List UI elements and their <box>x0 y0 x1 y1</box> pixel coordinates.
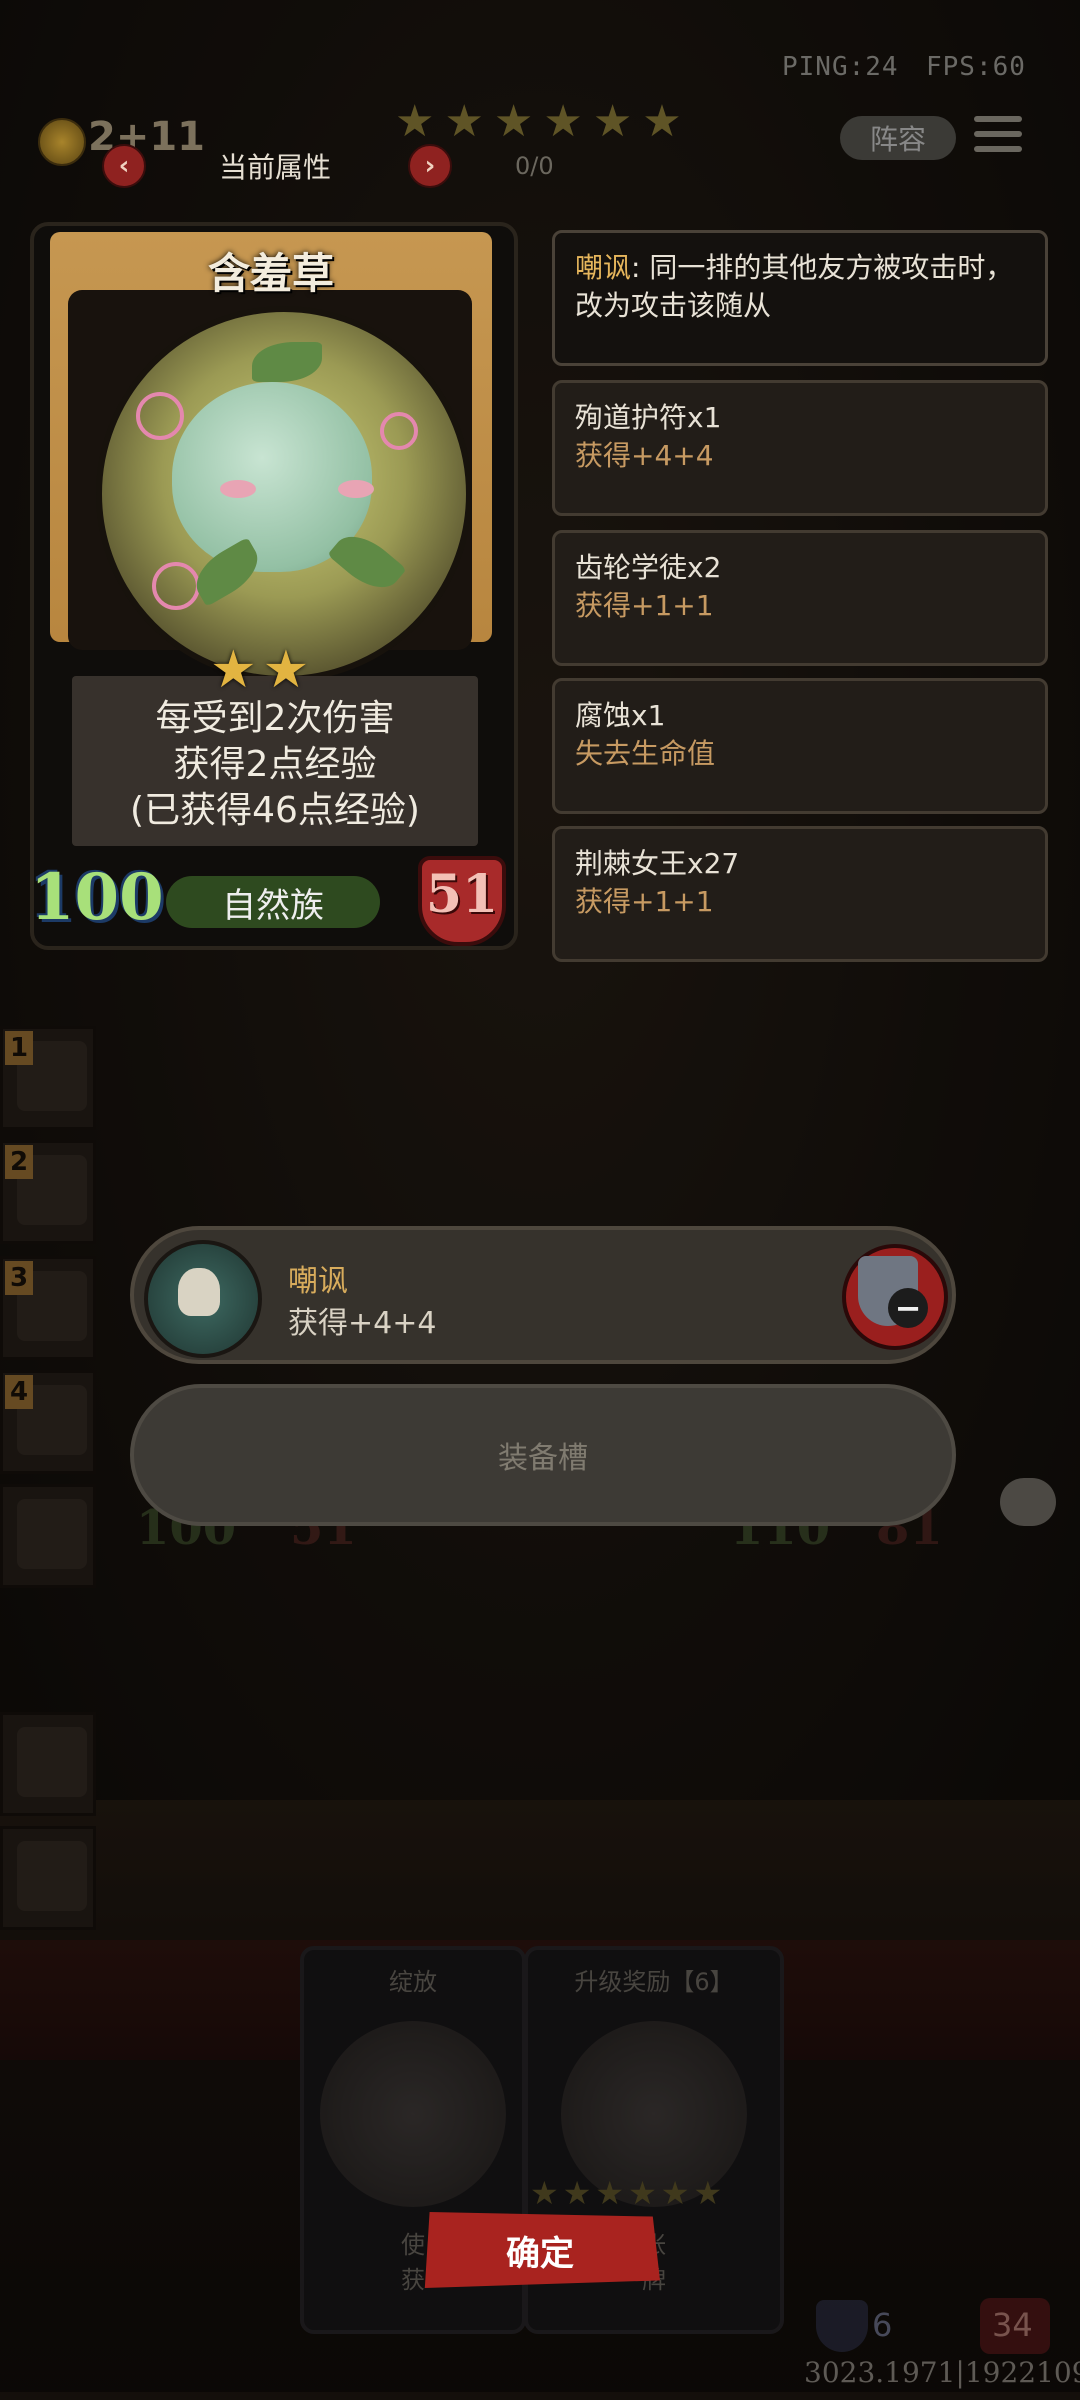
effect-panel: 荆棘女王x27 获得+1+1 <box>552 826 1048 962</box>
card-description-box: 每受到2次伤害 获得2点经验 (已获得46点经验) <box>72 676 478 846</box>
card-desc-line: 每受到2次伤害 <box>155 698 395 739</box>
chat-bubble-icon[interactable] <box>1000 1478 1056 1526</box>
effect-title: 殉道护符x1 <box>575 401 722 434</box>
mimosa-portrait <box>96 306 472 682</box>
star-icon: ★ <box>395 96 435 147</box>
leaf-icon <box>252 342 322 382</box>
card-desc-line: (已获得46点经验) <box>130 790 420 831</box>
star-icon: ★ <box>543 96 583 147</box>
effect-panel: 殉道护符x1 获得+4+4 <box>552 380 1048 516</box>
effect-keyword: 嘲讽 <box>575 251 632 284</box>
swirl-icon <box>136 392 184 440</box>
skull-icon <box>178 1268 220 1316</box>
effect-title: 齿轮学徒x2 <box>575 551 722 584</box>
swirl-icon <box>152 562 200 610</box>
card-desc-line: 获得2点经验 <box>173 744 377 785</box>
blush <box>338 480 374 498</box>
effect-text: : 同一排的其他友方被攻击时，改为攻击该随从 <box>575 251 1014 322</box>
ping-readout: PING:24 <box>782 52 899 82</box>
equipped-item-name: 嘲讽 <box>288 1264 348 1299</box>
effect-title: 荆棘女王x27 <box>575 847 740 880</box>
effect-detail: 失去生命值 <box>575 737 716 770</box>
coordinate-readout: 3023.1971|1922109 <box>804 2356 1080 2389</box>
prev-arrow-button[interactable]: ‹ <box>102 144 146 188</box>
card-name: 含羞草 <box>207 249 334 298</box>
effect-panel: 齿轮学徒x2 获得+1+1 <box>552 530 1048 666</box>
next-arrow-button[interactable]: › <box>408 144 452 188</box>
card-star-rating: ★ ★ <box>210 640 309 700</box>
team-lineup-button[interactable]: 阵容 <box>840 116 956 160</box>
star-icon: ★ <box>210 640 257 700</box>
confirm-button[interactable]: 确定 <box>424 2212 660 2288</box>
tier-stars: ★ ★ ★ ★ ★ ★ <box>395 100 682 144</box>
blush <box>220 480 256 498</box>
empty-equipment-slot[interactable]: 装备槽 <box>130 1384 956 1526</box>
star-icon: ★ <box>642 96 682 147</box>
effect-panel-taunt: 嘲讽: 同一排的其他友方被攻击时，改为攻击该随从 <box>552 230 1048 366</box>
minus-icon[interactable]: − <box>888 1288 928 1328</box>
effect-detail: 获得+4+4 <box>575 439 714 472</box>
effect-detail: 获得+1+1 <box>575 885 714 918</box>
star-icon: ★ <box>592 96 633 147</box>
effect-detail: 获得+1+1 <box>575 589 714 622</box>
swirl-icon <box>380 412 418 450</box>
effect-panel: 腐蚀x1 失去生命值 <box>552 678 1048 814</box>
star-icon: ★ <box>444 96 484 147</box>
star-icon: ★ <box>262 640 310 700</box>
progress-counter: 0/0 <box>515 152 554 180</box>
current-attributes-title: 当前属性 <box>218 151 331 184</box>
tribe-badge: 自然族 <box>166 876 380 928</box>
effect-title: 腐蚀x1 <box>575 699 666 732</box>
menu-icon[interactable] <box>974 116 1022 160</box>
attack-value: 100 <box>30 860 164 935</box>
equipped-item-desc: 获得+4+4 <box>288 1306 437 1341</box>
health-value: 51 <box>425 864 499 925</box>
fps-readout: FPS:60 <box>926 52 1026 82</box>
star-icon: ★ <box>493 96 534 147</box>
gold-coin-icon <box>38 118 86 166</box>
